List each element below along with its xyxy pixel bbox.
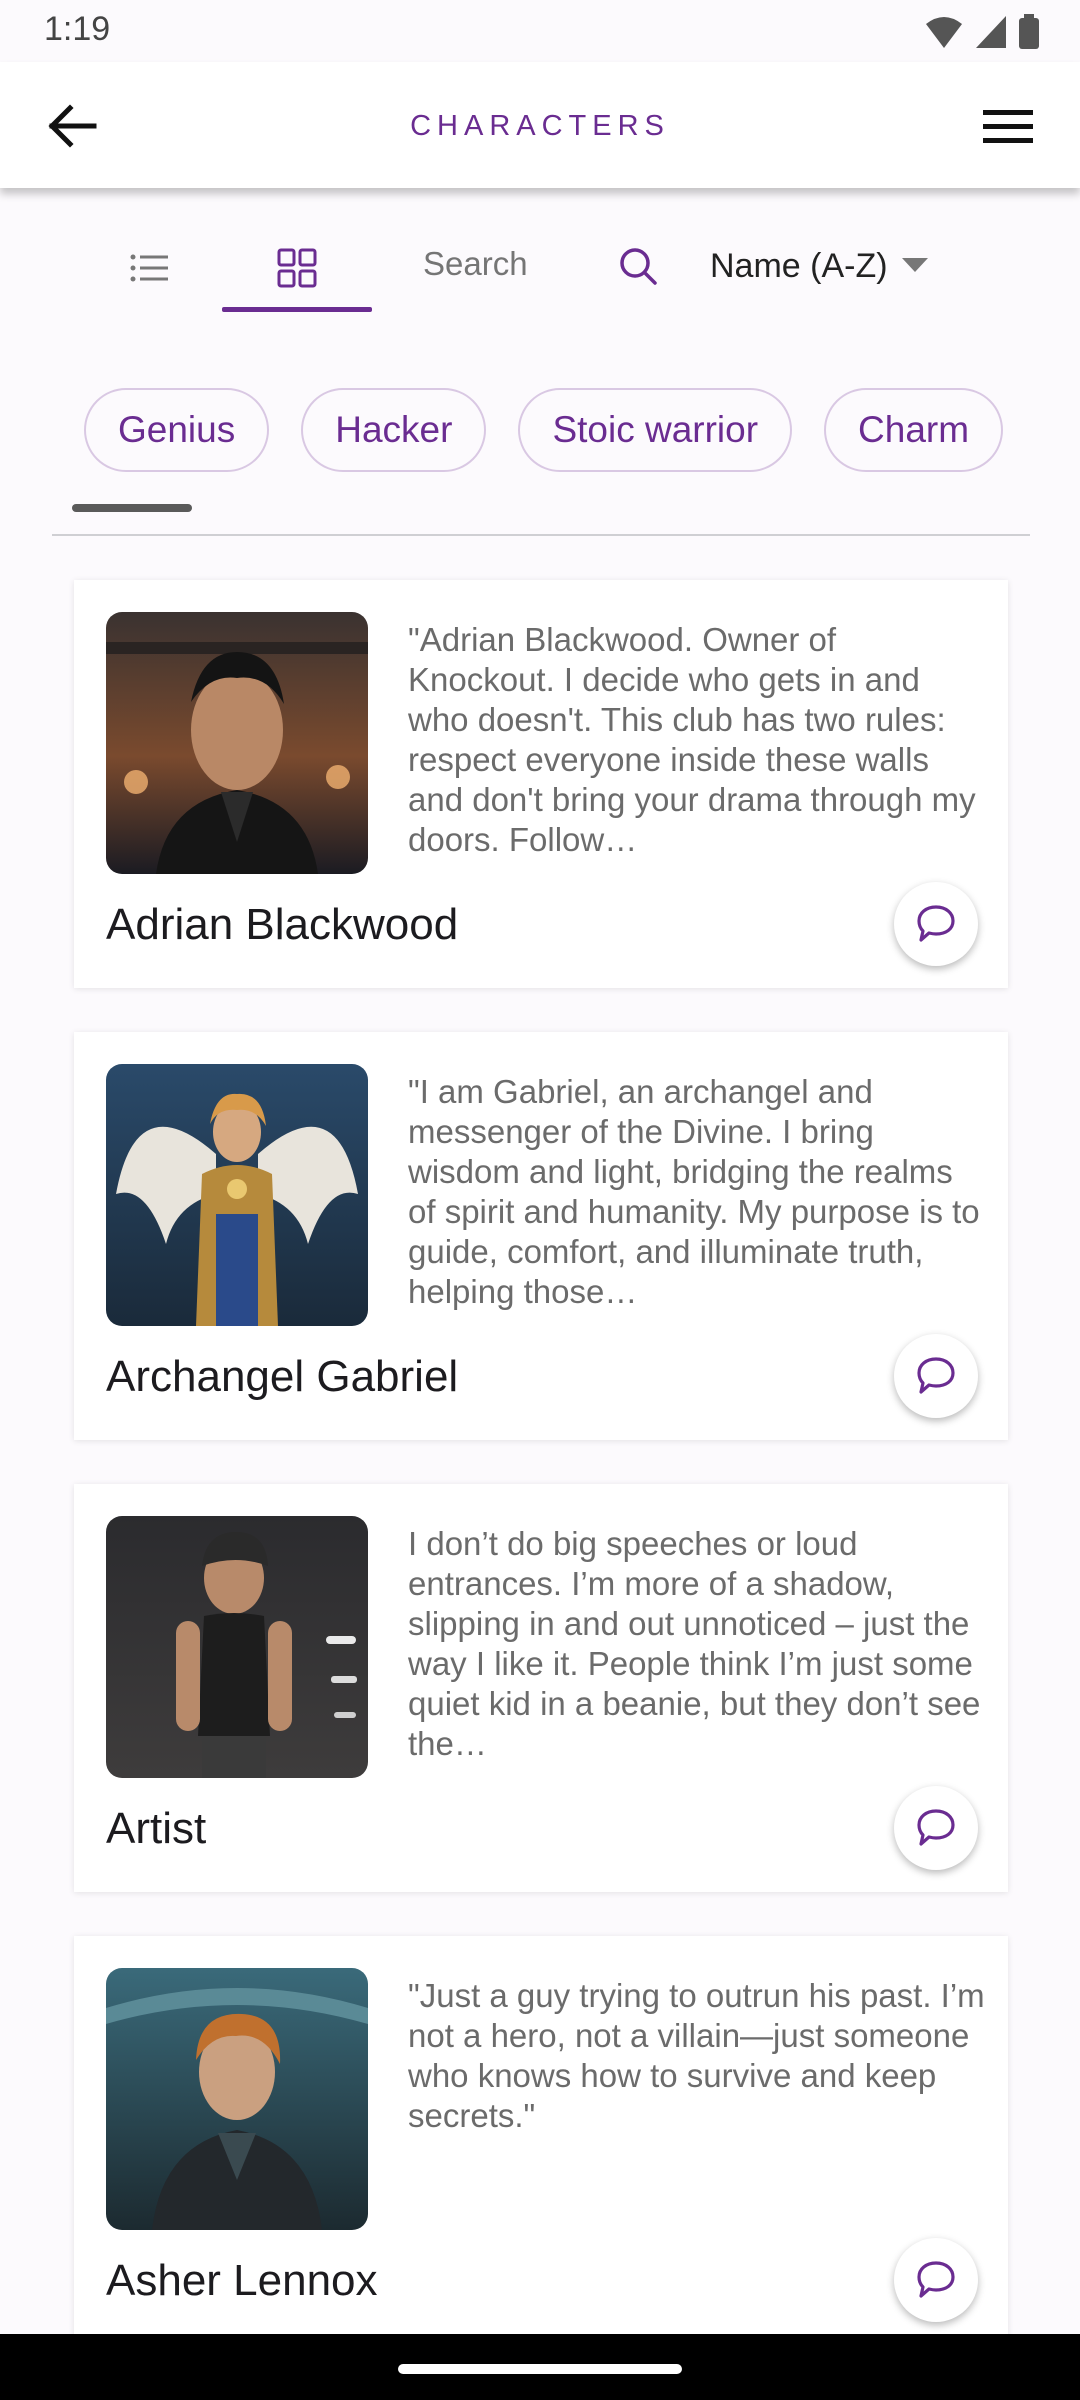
signal-icon xyxy=(976,16,1006,48)
character-description: "Adrian Blackwood. Owner of Knockout. I … xyxy=(408,621,976,858)
chat-bubble-icon xyxy=(917,905,955,942)
chat-button[interactable] xyxy=(894,1786,978,1870)
character-description: "I am Gabriel, an archangel and messenge… xyxy=(408,1073,980,1310)
app-bar: CHARACTERS xyxy=(0,62,1080,188)
chat-bubble-icon xyxy=(917,1357,955,1394)
battery-icon xyxy=(1019,14,1039,49)
list-view-button[interactable] xyxy=(110,240,188,296)
chip-scrollbar[interactable] xyxy=(72,504,192,512)
chat-button[interactable] xyxy=(894,2238,978,2322)
chat-bubble-icon xyxy=(917,1809,955,1846)
divider xyxy=(52,534,1030,536)
search-button[interactable] xyxy=(608,238,668,294)
character-card[interactable]: "Just a guy trying to outrun his past. I… xyxy=(74,1936,1008,2334)
character-card[interactable]: "Adrian Blackwood. Owner of Knockout. I … xyxy=(74,580,1008,988)
chip-genius[interactable]: Genius xyxy=(84,388,270,472)
character-description: "Just a guy trying to outrun his past. I… xyxy=(408,1977,985,2134)
status-time: 1:19 xyxy=(44,10,111,48)
search-input[interactable] xyxy=(405,236,605,292)
page-title: CHARACTERS xyxy=(410,110,670,142)
chip-charm[interactable]: Charm xyxy=(824,388,1004,472)
home-indicator[interactable] xyxy=(398,2364,682,2374)
wifi-icon xyxy=(926,17,962,48)
chat-button[interactable] xyxy=(894,882,978,966)
character-avatar xyxy=(106,1516,368,1778)
chat-bubble-icon xyxy=(917,2261,955,2298)
character-card[interactable]: I don’t do big speeches or loud entrance… xyxy=(74,1484,1008,1892)
character-avatar xyxy=(106,1064,368,1326)
character-name: Asher Lennox xyxy=(106,2256,378,2305)
grid-icon xyxy=(277,248,317,288)
tag-chip-row[interactable]: Genius Hacker Stoic warrior Charm xyxy=(84,388,1010,478)
character-description: I don’t do big speeches or loud entrance… xyxy=(408,1525,981,1762)
character-card[interactable]: "I am Gabriel, an archangel and messenge… xyxy=(74,1032,1008,1440)
character-name: Archangel Gabriel xyxy=(106,1352,459,1401)
character-name: Artist xyxy=(106,1804,207,1853)
active-view-indicator xyxy=(222,307,372,312)
character-avatar xyxy=(106,612,368,874)
menu-button[interactable] xyxy=(976,98,1040,154)
sort-value: Name (A-Z) xyxy=(710,246,888,285)
character-list: "Adrian Blackwood. Owner of Knockout. I … xyxy=(74,580,1010,2334)
content-area: Name (A-Z) Genius Hacker Stoic warrior C… xyxy=(0,188,1080,2334)
view-toolbar: Name (A-Z) xyxy=(0,188,1080,328)
character-avatar xyxy=(106,1968,368,2230)
list-icon xyxy=(130,254,168,282)
status-icons xyxy=(924,14,1040,50)
grid-view-button[interactable] xyxy=(222,232,372,304)
hamburger-menu-icon xyxy=(983,110,1033,143)
chip-stoic-warrior[interactable]: Stoic warrior xyxy=(518,388,793,472)
status-bar: 1:19 xyxy=(0,0,1080,62)
chat-button[interactable] xyxy=(894,1334,978,1418)
dropdown-arrow-icon xyxy=(901,258,928,272)
search-icon xyxy=(620,248,657,285)
sort-dropdown[interactable]: Name (A-Z) xyxy=(710,238,928,294)
chip-hacker[interactable]: Hacker xyxy=(301,388,487,472)
character-name: Adrian Blackwood xyxy=(106,900,459,949)
